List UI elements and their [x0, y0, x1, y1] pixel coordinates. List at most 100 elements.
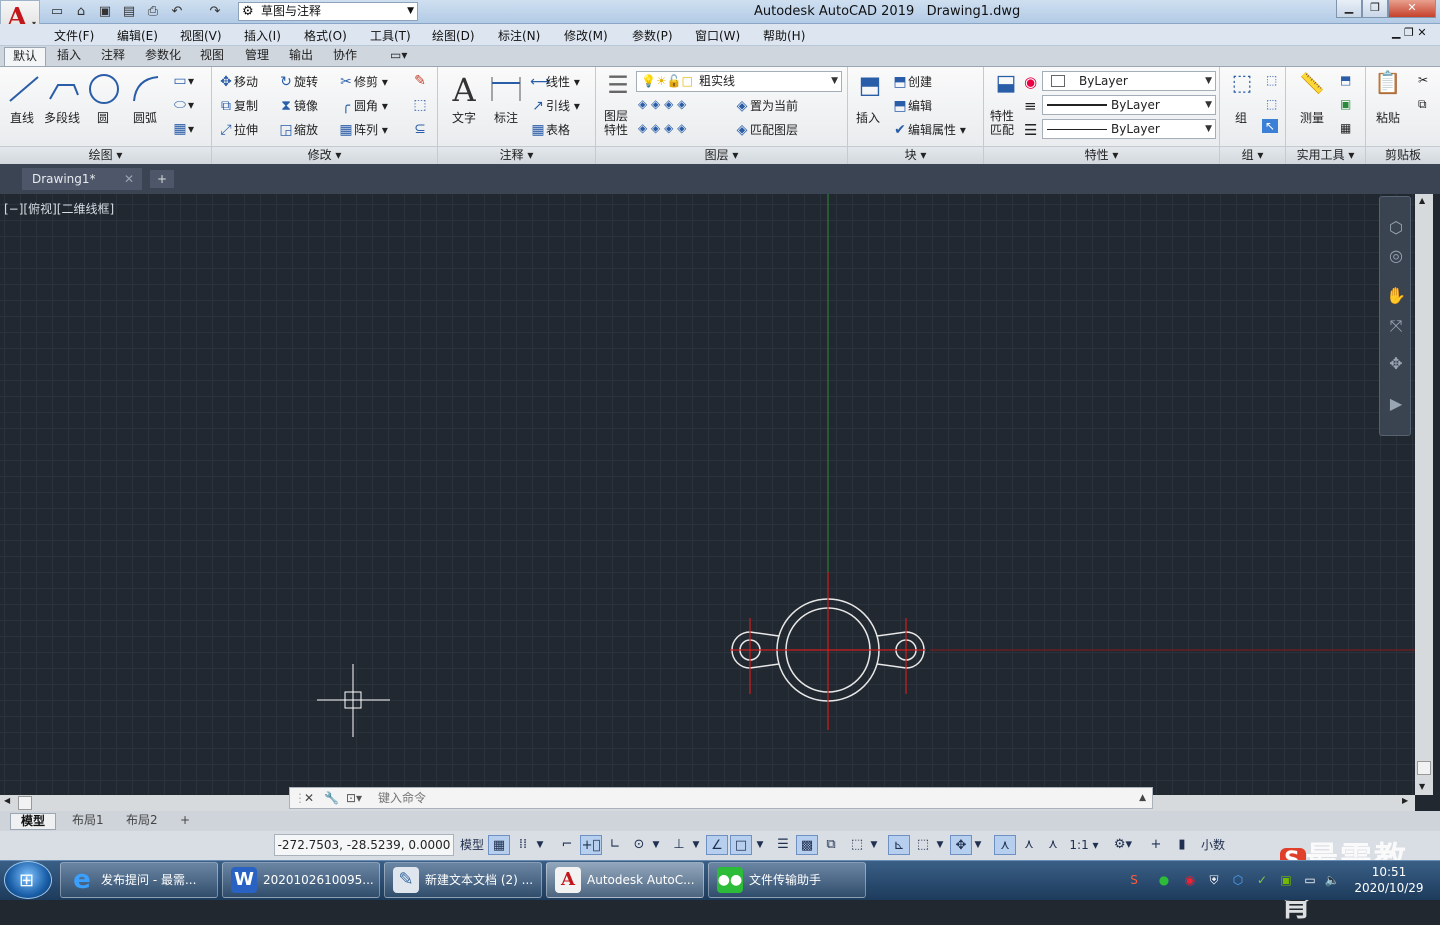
annotation-monitor-icon[interactable]: + — [1144, 835, 1168, 855]
copy-clip-icon[interactable]: ⧉ — [1418, 97, 1427, 112]
new-tab-icon[interactable]: + — [150, 170, 174, 188]
linetype-select[interactable]: ByLayer ▼ — [1042, 119, 1216, 139]
windows-start-button[interactable]: ⊞ — [4, 861, 52, 899]
chevron-down-icon[interactable]: ▼ — [754, 835, 766, 855]
cube-tray-icon[interactable]: ⬡ — [1230, 872, 1246, 888]
maximize-button[interactable]: ❐ — [1362, 0, 1388, 18]
scroll-thumb[interactable] — [18, 796, 32, 810]
chevron-down-icon[interactable]: ▼ — [972, 835, 984, 855]
command-prompt-icon[interactable]: ⊡▾ — [346, 788, 362, 808]
transparency-icon[interactable]: ▩ — [796, 835, 818, 855]
viewport-controls-label[interactable]: [−][俯视][二维线框] — [4, 200, 114, 217]
menu-file[interactable]: 文件(F) — [54, 27, 94, 44]
wechat-tray-icon[interactable]: ● — [1156, 872, 1172, 888]
panel-draw-title[interactable]: 绘图 ▾ — [0, 146, 211, 164]
viewcube-icon[interactable]: ⬡ — [1385, 217, 1407, 239]
drawing-canvas[interactable] — [0, 194, 1415, 795]
infer-constraints-icon[interactable]: ⌐ — [556, 835, 578, 855]
menu-tools[interactable]: 工具(T) — [370, 27, 411, 44]
isodraft-icon[interactable]: ⊥ — [668, 835, 690, 855]
chevron-down-icon[interactable]: ▼ — [650, 835, 662, 855]
ungroup-icon[interactable]: ⬚ — [1266, 73, 1277, 87]
menu-edit[interactable]: 编辑(E) — [117, 27, 158, 44]
match-properties-label[interactable]: 特性匹配 — [990, 109, 1016, 137]
rotate-tool[interactable]: ↻ 旋转 — [278, 73, 318, 90]
scroll-right-icon[interactable]: ▶ — [1402, 796, 1408, 805]
workspace-select[interactable]: ⚙ 草图与注释 ▼ — [238, 2, 418, 21]
circle-icon[interactable] — [84, 71, 124, 111]
layer-tools-row1[interactable]: ◈ ◈ ◈ ◈ — [638, 97, 686, 111]
taskbar-item-wechat[interactable]: ●● 文件传输助手 — [708, 862, 866, 898]
scroll-down-icon[interactable]: ▼ — [1419, 782, 1425, 791]
tab-model[interactable]: 模型 — [10, 813, 57, 830]
close-button[interactable]: ✕ — [1388, 0, 1436, 18]
tab-default[interactable]: 默认 — [4, 47, 47, 66]
panel-groups-title[interactable]: 组 ▾ — [1220, 146, 1285, 164]
group-icon[interactable]: ⬚ — [1222, 71, 1262, 111]
panel-utilities-title[interactable]: 实用工具 ▾ — [1286, 146, 1365, 164]
menu-modify[interactable]: 修改(M) — [564, 27, 608, 44]
annotation-scale-select[interactable]: 1:1 ▾ — [1066, 835, 1102, 855]
tab-layout2[interactable]: 布局2 — [116, 813, 168, 830]
cut-icon[interactable]: ✂ — [1418, 73, 1428, 87]
fillet-tool[interactable]: ╭ 圆角 ▾ — [338, 97, 388, 114]
tab-collaborate[interactable]: 协作 — [325, 47, 365, 66]
steering-wheel-icon[interactable]: ◎ — [1385, 245, 1407, 267]
chevron-down-icon[interactable]: ▼ — [690, 835, 702, 855]
match-layer-tool[interactable]: ◈ 匹配图层 — [734, 121, 798, 138]
leaf-tray-icon[interactable]: ✓ — [1254, 872, 1270, 888]
stretch-tool[interactable]: ⤢ 拉伸 — [218, 121, 258, 138]
grid-icon[interactable]: ▦ — [488, 835, 510, 855]
mirror-tool[interactable]: ⧗ 镜像 — [278, 97, 318, 114]
volume-icon[interactable]: 🔈 — [1324, 872, 1340, 888]
snap-icon[interactable]: ⁞⁞ — [512, 835, 534, 855]
panel-properties-title[interactable]: 特性 ▾ — [984, 146, 1219, 164]
gizmo-icon[interactable]: ✥ — [950, 835, 972, 855]
panel-block-title[interactable]: 块 ▾ — [848, 146, 983, 164]
redo-icon[interactable]: ↷ — [206, 3, 224, 21]
panel-layers-title[interactable]: 图层 ▾ — [596, 146, 847, 164]
group-select-icon[interactable]: ↖ — [1262, 119, 1279, 133]
hatch-icon[interactable]: ⬭ ▾ — [172, 97, 194, 113]
scale-tool[interactable]: ◲缩放 — [278, 121, 318, 138]
create-block-tool[interactable]: ⬒创建 — [892, 73, 932, 90]
object-snap-tracking-icon[interactable]: ∠ — [706, 835, 728, 855]
dynamic-input-icon[interactable]: +⃞ — [580, 835, 602, 855]
scroll-left-icon[interactable]: ◀ — [4, 796, 10, 805]
text-icon[interactable]: A — [444, 71, 484, 111]
erase-icon[interactable]: ✎ — [412, 73, 428, 89]
units-label[interactable]: 小数 — [1196, 835, 1230, 855]
trim-tool[interactable]: ✂ 修剪 ▾ — [338, 73, 388, 90]
orbit-icon[interactable]: ✥ — [1385, 353, 1407, 375]
security-shield-icon[interactable]: ⛨ — [1206, 872, 1222, 888]
units-icon[interactable]: ▮ — [1172, 835, 1192, 855]
menu-dimension[interactable]: 标注(N) — [498, 27, 540, 44]
quick-select-icon[interactable]: ⬒ — [1340, 73, 1351, 87]
tab-parametric[interactable]: 参数化 — [137, 47, 189, 66]
pan-hand-icon[interactable]: ✋ — [1385, 285, 1407, 307]
panel-clipboard-title[interactable]: 剪贴板 — [1366, 146, 1440, 164]
linear-tool[interactable]: ⟷线性 ▾ — [530, 73, 580, 90]
polyline-icon[interactable] — [44, 71, 84, 111]
select-all-icon[interactable]: ▣ — [1340, 97, 1351, 111]
vertical-scrollbar[interactable]: ▲ ▼ — [1415, 194, 1433, 795]
match-properties-icon[interactable]: ⬓ — [986, 71, 1026, 111]
menu-parametric[interactable]: 参数(P) — [632, 27, 673, 44]
annotation-scale-icon[interactable]: ⋏ — [1042, 835, 1064, 855]
layer-select[interactable]: 💡☀🔓□ 粗实线 ▼ — [636, 71, 842, 92]
weibo-tray-icon[interactable]: ◉ — [1182, 872, 1198, 888]
set-current-tool[interactable]: ◈ 置为当前 — [734, 97, 798, 114]
chevron-down-icon[interactable]: ▼ — [534, 835, 546, 855]
polar-tracking-icon[interactable]: ⊙ — [628, 835, 650, 855]
minimize-button[interactable]: ▁ — [1336, 0, 1362, 18]
print-icon[interactable]: ⎙ — [144, 3, 162, 21]
menu-view[interactable]: 视图(V) — [180, 27, 222, 44]
sogou-tray-icon[interactable]: S — [1126, 872, 1142, 888]
nvidia-tray-icon[interactable]: ▣ — [1278, 872, 1294, 888]
taskbar-item-autocad[interactable]: A Autodesk AutoC... — [546, 862, 704, 898]
ribbon-options-icon[interactable]: ▭▾ — [382, 47, 415, 66]
layer-properties-label[interactable]: 图层特性 — [604, 109, 630, 137]
customize-wrench-icon[interactable]: 🔧 — [324, 788, 339, 808]
lineweight-toggle-icon[interactable]: ☰ — [772, 835, 794, 855]
copy-tool[interactable]: ⧉ 复制 — [218, 97, 258, 114]
